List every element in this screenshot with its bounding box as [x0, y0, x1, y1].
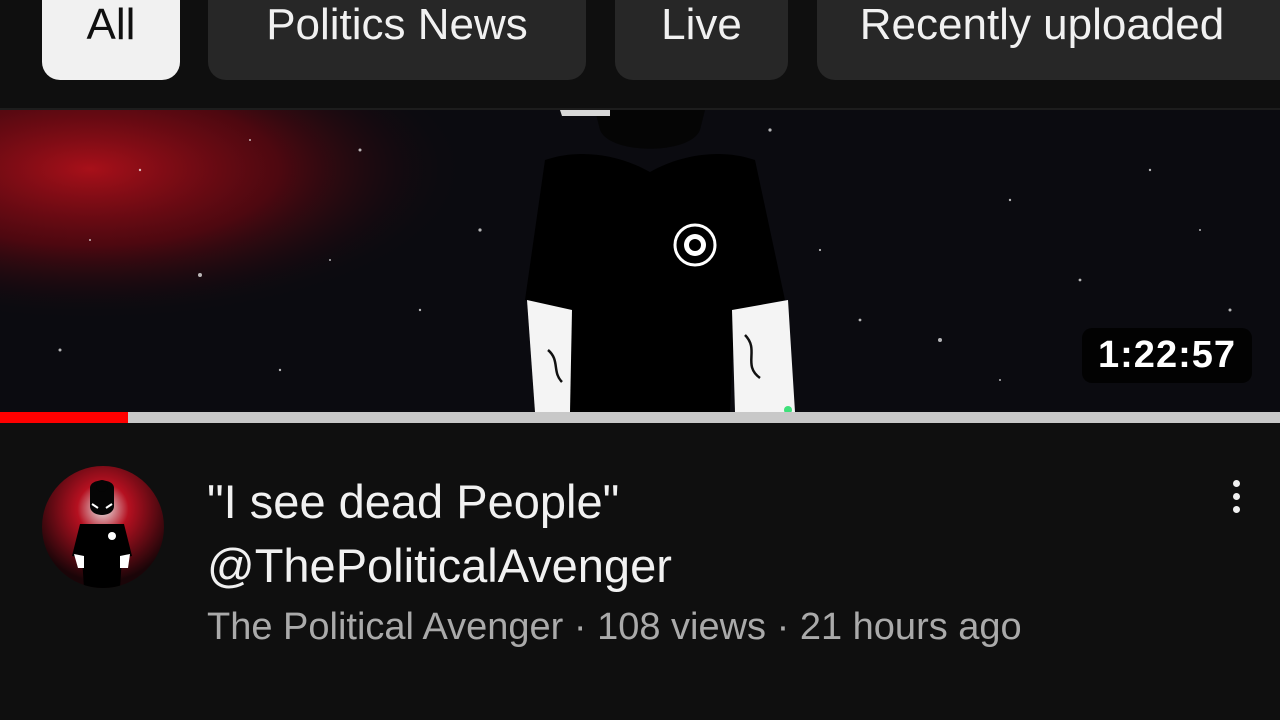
- more-dot: [1232, 505, 1240, 513]
- channel-name[interactable]: The Political Avenger: [207, 606, 563, 648]
- video-title-line1: "I see dead People": [207, 475, 620, 528]
- separator-2: ·: [776, 606, 790, 648]
- upload-age: 21 hours ago: [799, 606, 1022, 648]
- avatar-image: [42, 466, 164, 588]
- filter-chip-bar: All Politics News Live Recently uploaded: [0, 0, 1280, 110]
- chip-all[interactable]: All: [42, 0, 180, 80]
- channel-avatar[interactable]: [42, 466, 164, 588]
- chip-politics-news[interactable]: Politics News: [208, 0, 586, 80]
- chip-recently-uploaded[interactable]: Recently uploaded: [817, 0, 1280, 80]
- more-vertical-icon[interactable]: [1214, 472, 1258, 520]
- more-dot: [1232, 492, 1240, 500]
- chip-live[interactable]: Live: [615, 0, 788, 80]
- watch-progress-bar: [0, 412, 1280, 423]
- video-metadata: "I see dead People" @ThePoliticalAvenger…: [207, 470, 1197, 649]
- view-count: 108 views: [597, 606, 767, 648]
- watch-progress-fill: [0, 412, 128, 423]
- video-subline: The Political Avenger · 108 views · 21 h…: [207, 606, 1197, 649]
- video-thumbnail[interactable]: 1:22:57: [0, 110, 1280, 412]
- video-title-line2: @ThePoliticalAvenger: [207, 539, 672, 592]
- more-dot: [1232, 479, 1240, 487]
- video-title[interactable]: "I see dead People" @ThePoliticalAvenger: [207, 470, 1197, 598]
- video-duration-badge: 1:22:57: [1082, 328, 1252, 383]
- separator-1: ·: [573, 606, 587, 648]
